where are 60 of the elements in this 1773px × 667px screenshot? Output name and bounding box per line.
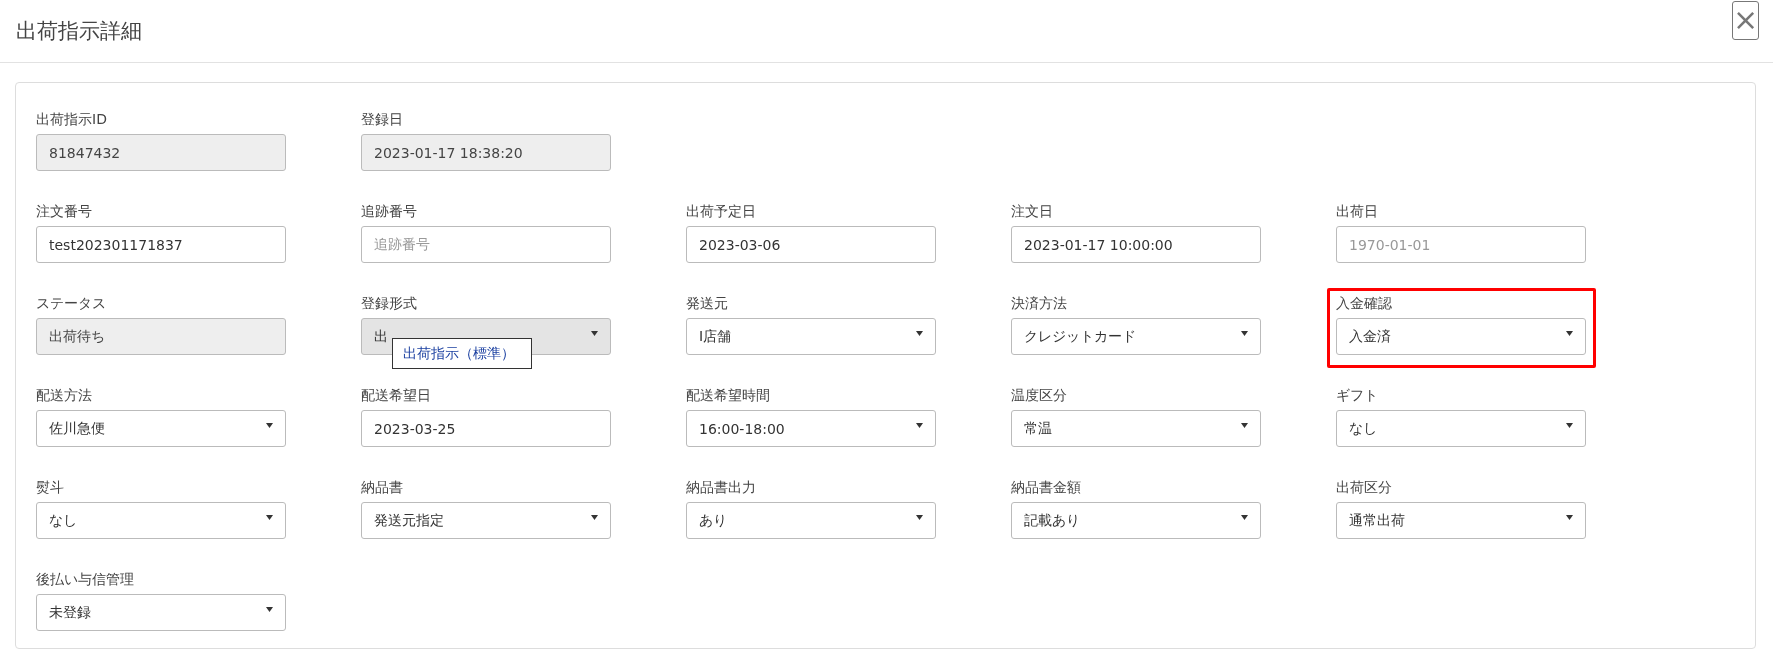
readonly-field: 81847432 [36,134,286,171]
select-field[interactable]: 16:00-18:00 [686,410,936,447]
field-label: 登録形式 [361,294,417,312]
input-field[interactable]: 2023-01-17 10:00:00 [1011,226,1261,263]
select-field[interactable]: あり [686,502,936,539]
caret-icon [266,607,273,612]
select-field[interactable]: なし [1336,410,1586,447]
caret-icon [916,331,923,336]
field-label: 後払い与信管理 [36,570,134,588]
select-field[interactable]: なし [36,502,286,539]
readonly-field: 出荷待ち [36,318,286,355]
select-field[interactable]: 入金済 [1336,318,1586,355]
dialog-title: 出荷指示詳細 [16,18,142,45]
field-label: 注文番号 [36,202,92,220]
field-label: 出荷区分 [1336,478,1392,496]
field-label: 納品書出力 [686,478,756,496]
close-button[interactable]: × [1732,0,1759,40]
caret-icon [916,423,923,428]
input-field[interactable]: 2023-03-06 [686,226,936,263]
caret-icon [1566,515,1573,520]
field-label: 出荷日 [1336,202,1378,220]
select-field[interactable]: 発送元指定 [361,502,611,539]
caret-icon [591,515,598,520]
field-label: 納品書金額 [1011,478,1081,496]
caret-icon [266,515,273,520]
select-field[interactable]: 記載あり [1011,502,1261,539]
field-label: 入金確認 [1336,294,1392,312]
field-label: ギフト [1336,386,1378,404]
input-field[interactable]: test202301171837 [36,226,286,263]
field-label: 登録日 [361,110,403,128]
field-label: 配送希望日 [361,386,431,404]
field-label: 発送元 [686,294,728,312]
caret-icon [1566,423,1573,428]
field-label: 出荷予定日 [686,202,756,220]
caret-icon [1566,331,1573,336]
select-field[interactable]: 常温 [1011,410,1261,447]
field-label: 追跡番号 [361,202,417,220]
readonly-field: 2023-01-17 18:38:20 [361,134,611,171]
select-field[interactable]: クレジットカード [1011,318,1261,355]
select-field[interactable]: 佐川急便 [36,410,286,447]
field-label: 熨斗 [36,478,64,496]
field-label: 納品書 [361,478,403,496]
select-field[interactable]: 未登録 [36,594,286,631]
select-field[interactable]: I店舗 [686,318,936,355]
input-field[interactable]: 2023-03-25 [361,410,611,447]
caret-icon [1241,515,1248,520]
select-field[interactable]: 通常出荷 [1336,502,1586,539]
field-label: 注文日 [1011,202,1053,220]
field-label: 出荷指示ID [36,110,107,128]
caret-icon [591,331,598,336]
field-label: 決済方法 [1011,294,1067,312]
caret-icon [1241,423,1248,428]
field-label: ステータス [36,294,106,312]
caret-icon [916,515,923,520]
field-label: 配送希望時間 [686,386,770,404]
field-label: 配送方法 [36,386,92,404]
caret-icon [266,423,273,428]
tooltip: 出荷指示（標準） [392,338,532,369]
caret-icon [1241,331,1248,336]
field-label: 温度区分 [1011,386,1067,404]
